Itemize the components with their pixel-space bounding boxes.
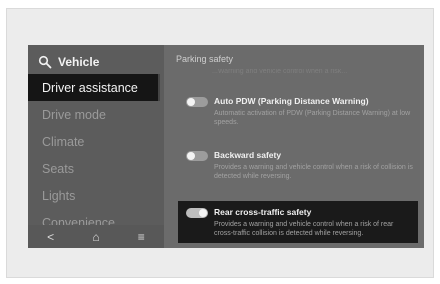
setting-title: Auto PDW (Parking Distance Warning) [214, 96, 369, 106]
search-icon[interactable] [38, 55, 52, 69]
setting-description: Provides a warning and vehicle control w… [214, 221, 394, 237]
back-icon[interactable]: < [41, 230, 61, 244]
sidebar-item-label: Drive mode [42, 107, 106, 122]
page-title: Parking safety [176, 54, 234, 64]
sidebar: Vehicle Driver assistance Drive mode Cli… [28, 45, 164, 248]
sidebar-header[interactable]: Vehicle [38, 53, 99, 71]
sidebar-item-seats[interactable]: Seats [28, 155, 160, 182]
sidebar-item-climate[interactable]: Climate [28, 128, 160, 155]
setting-description: Automatic activation of PDW (Parking Dis… [214, 110, 411, 126]
toggle-knob [199, 209, 207, 217]
menu-icon[interactable]: ≡ [131, 230, 151, 244]
setting-title: Backward safety [214, 150, 282, 160]
setting-description: Provides a warning and vehicle control w… [214, 164, 413, 180]
backward-safety-toggle[interactable] [186, 151, 208, 161]
sidebar-item-label: Lights [42, 188, 76, 203]
setting-auto-pdw[interactable]: Auto PDW (Parking Distance Warning) Auto… [178, 91, 418, 131]
rear-cross-traffic-toggle[interactable] [186, 208, 208, 218]
sidebar-item-lights[interactable]: Lights [28, 182, 160, 209]
sidebar-item-label: Driver assistance [42, 80, 138, 95]
sidebar-item-drive-mode[interactable]: Drive mode [28, 101, 160, 128]
scrolled-text: ...Warning and vehicle control when a ri… [212, 69, 348, 75]
sidebar-item-driver-assistance[interactable]: Driver assistance [28, 74, 160, 101]
setting-backward-safety[interactable]: Backward safety Provides a warning and v… [178, 145, 418, 185]
infotainment-screen: Vehicle Driver assistance Drive mode Cli… [28, 45, 424, 248]
sidebar-item-label: Climate [42, 134, 85, 149]
sidebar-item-label: Seats [42, 161, 74, 176]
toggle-knob [187, 98, 195, 106]
setting-rear-cross-traffic-safety[interactable]: Rear cross-traffic safety Provides a war… [178, 201, 418, 243]
home-icon[interactable]: ⌂ [86, 230, 106, 244]
sidebar-header-label: Vehicle [58, 55, 100, 69]
bottom-nav-bar: < ⌂ ≡ [28, 225, 164, 248]
toggle-knob [187, 152, 195, 160]
setting-title: Rear cross-traffic safety [214, 207, 312, 217]
auto-pdw-toggle[interactable] [186, 97, 208, 107]
